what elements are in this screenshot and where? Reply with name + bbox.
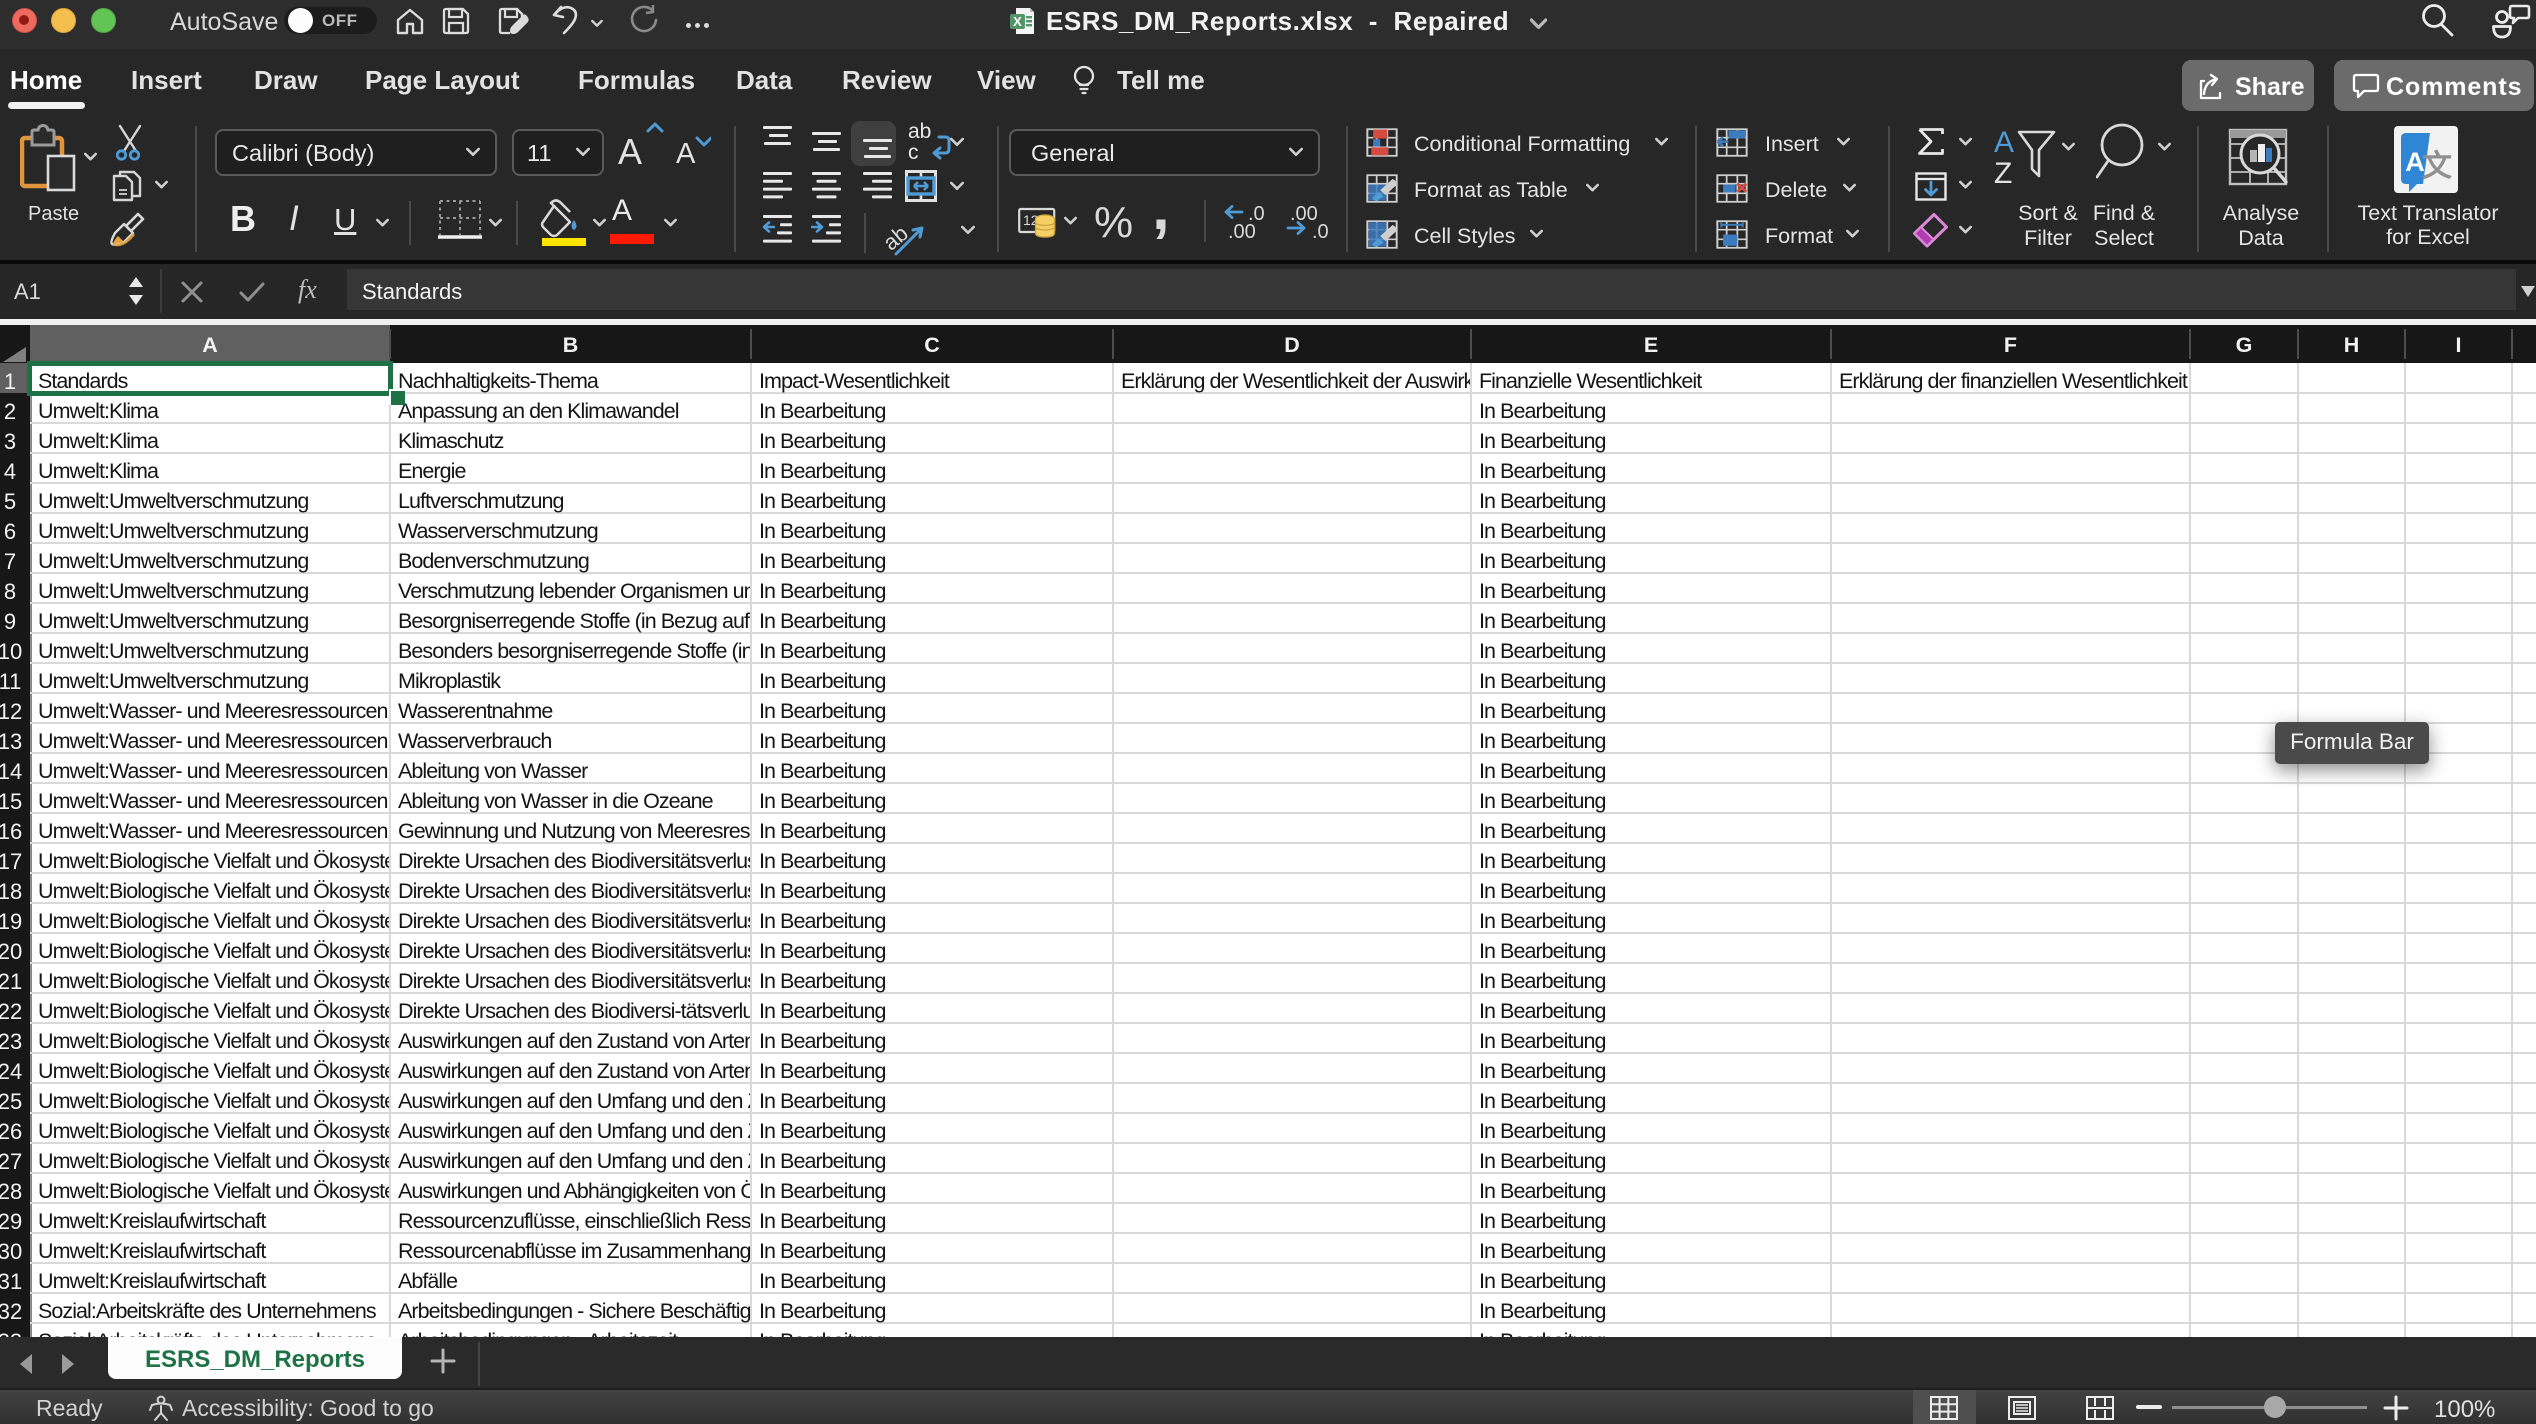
svg-text:文: 文	[2422, 149, 2452, 183]
svg-text:X: X	[1013, 14, 1022, 29]
svg-text:Z: Z	[1994, 157, 2012, 190]
svg-text:ab: ab	[908, 120, 931, 143]
svg-text:A: A	[1994, 126, 2014, 159]
svg-text:c: c	[908, 141, 919, 162]
svg-text:.0: .0	[1312, 221, 1329, 243]
svg-text:.00: .00	[1228, 221, 1256, 243]
